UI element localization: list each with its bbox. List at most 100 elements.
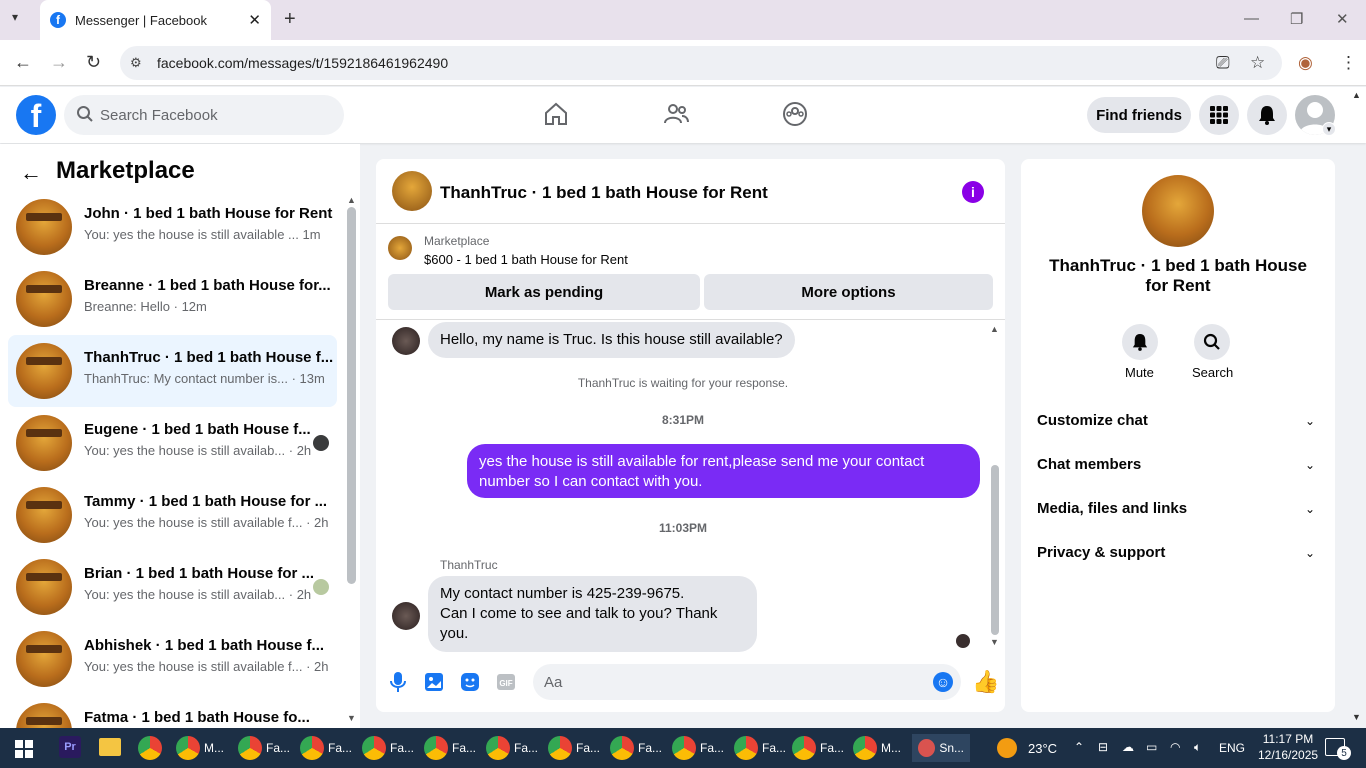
tray-display-icon[interactable]: ▭ [1146, 740, 1157, 754]
sticker-icon[interactable] [459, 671, 481, 693]
chat-title[interactable]: ThanhTruc · 1 bed 1 bath House for Rent [440, 183, 768, 203]
notifications-bell-icon[interactable] [1247, 95, 1287, 135]
marketplace-title: Marketplace [56, 157, 195, 184]
chat-members-row[interactable]: Chat members [1037, 456, 1141, 473]
conversation-item[interactable]: Fatma · 1 bed 1 bath House fo... [8, 695, 337, 728]
privacy-support-row[interactable]: Privacy & support [1037, 544, 1165, 561]
find-friends-button[interactable]: Find friends [1087, 97, 1191, 133]
menu-grid-icon[interactable] [1199, 95, 1239, 135]
taskbar-app-active[interactable]: Sn... [912, 734, 970, 762]
reload-icon[interactable]: ↻ [86, 52, 101, 73]
home-icon[interactable] [543, 101, 569, 127]
gif-icon[interactable]: GIF [495, 671, 517, 693]
more-options-button[interactable]: More options [704, 274, 993, 310]
seen-avatar [313, 435, 329, 451]
taskbar-app[interactable]: Fa... [424, 734, 476, 762]
notification-count-badge: 5 [1337, 746, 1351, 760]
media-files-links-row[interactable]: Media, files and links [1037, 500, 1187, 517]
install-app-icon[interactable]: ⎚ [1216, 53, 1230, 73]
emoji-icon[interactable]: ☺ [933, 672, 953, 692]
list-scroll-up-icon[interactable]: ▲ [347, 195, 356, 205]
close-window-icon[interactable]: ✕ [1336, 10, 1349, 28]
taskbar-app[interactable]: Fa... [548, 734, 600, 762]
chat-avatar[interactable] [392, 171, 432, 211]
chevron-down-icon[interactable]: ⌄ [1305, 546, 1315, 560]
bookmark-star-icon[interactable]: ☆ [1250, 53, 1265, 73]
groups-icon[interactable] [782, 101, 808, 127]
chat-scroll-up-icon[interactable]: ▲ [990, 324, 999, 334]
conversation-item[interactable]: Eugene · 1 bed 1 bath House f... You: ye… [8, 407, 337, 479]
listing-thumbnail [16, 559, 72, 615]
listing-price[interactable]: $600 - 1 bed 1 bath House for Rent [424, 252, 628, 267]
sender-avatar[interactable] [392, 327, 420, 355]
conversation-item[interactable]: Breanne · 1 bed 1 bath House for... Brea… [8, 263, 337, 335]
friends-icon[interactable] [663, 101, 689, 127]
list-scroll-down-icon[interactable]: ▼ [347, 713, 356, 723]
conversation-preview: ThanhTruc: My contact number is... · 13m [84, 371, 325, 386]
restore-icon[interactable]: ❐ [1290, 10, 1303, 28]
forward-icon[interactable]: → [50, 52, 68, 73]
new-tab-icon[interactable]: + [284, 8, 296, 31]
clock[interactable]: 11:17 PM 12/16/2025 [1258, 732, 1318, 762]
windows-start-icon[interactable] [15, 740, 33, 758]
info-icon[interactable]: i [962, 181, 984, 203]
taskbar-app[interactable]: Fa... [300, 734, 352, 762]
taskbar-app[interactable]: Fa... [486, 734, 538, 762]
tray-chevron-up-icon[interactable]: ⌃ [1074, 740, 1084, 754]
mark-as-pending-button[interactable]: Mark as pending [388, 274, 700, 310]
page-scroll-up-icon[interactable]: ▲ [1352, 90, 1361, 100]
conversation-item[interactable]: Abhishek · 1 bed 1 bath House f... You: … [8, 623, 337, 695]
microphone-icon[interactable] [387, 671, 409, 693]
back-icon[interactable]: ← [14, 52, 32, 73]
browser-tab[interactable]: f Messenger | Facebook ✕ [40, 0, 271, 40]
message-input[interactable]: Aa [533, 664, 961, 700]
taskbar-app[interactable]: M... [176, 734, 224, 762]
taskbar-app[interactable]: Fa... [238, 734, 290, 762]
chevron-down-icon[interactable]: ⌄ [1305, 502, 1315, 516]
tray-network-icon[interactable]: ⊟ [1098, 740, 1108, 754]
customize-chat-row[interactable]: Customize chat [1037, 412, 1148, 429]
account-chevron-icon[interactable]: ▾ [1322, 122, 1336, 136]
taskbar-app[interactable]: Fa... [362, 734, 414, 762]
image-icon[interactable] [423, 671, 445, 693]
sender-avatar[interactable] [392, 602, 420, 630]
search-conversation-icon[interactable] [1194, 324, 1230, 360]
chat-scroll-down-icon[interactable]: ▼ [990, 637, 999, 647]
tray-volume-icon[interactable]: 🔈︎ [1194, 740, 1201, 755]
facebook-search-input[interactable]: Search Facebook [64, 95, 344, 135]
input-language[interactable]: ENG [1219, 741, 1245, 755]
taskbar-app[interactable]: M... [853, 734, 901, 762]
weather-temp[interactable]: 23°C [1028, 741, 1057, 756]
facebook-logo-icon[interactable]: f [16, 95, 56, 135]
taskbar-app[interactable]: Fa... [672, 734, 724, 762]
page-scroll-down-icon[interactable]: ▼ [1352, 712, 1361, 722]
chat-scrollbar[interactable] [991, 465, 999, 635]
chevron-down-icon[interactable]: ⌄ [1305, 458, 1315, 472]
site-info-icon[interactable]: ⚙ [130, 55, 142, 71]
weather-icon[interactable] [997, 738, 1017, 758]
tab-search-icon[interactable]: ▾ [12, 10, 18, 24]
chrome-icon[interactable] [138, 736, 162, 760]
close-tab-icon[interactable]: ✕ [248, 11, 261, 29]
url-input[interactable]: facebook.com/messages/t/1592186461962490 [120, 46, 1282, 80]
conversation-item[interactable]: Tammy · 1 bed 1 bath House for ... You: … [8, 479, 337, 551]
back-arrow-icon[interactable]: ← [20, 160, 42, 186]
tray-wifi-icon[interactable]: ◠ [1170, 740, 1180, 754]
tray-cloud-icon[interactable]: ☁ [1122, 740, 1134, 754]
taskbar-app[interactable]: Fa... [734, 734, 786, 762]
file-explorer-icon[interactable] [99, 738, 121, 756]
conversation-item-active[interactable]: ThanhTruc · 1 bed 1 bath House f... Than… [8, 335, 337, 407]
browser-menu-icon[interactable]: ⋮ [1340, 53, 1357, 73]
premiere-icon[interactable]: Pr [59, 736, 81, 758]
conversation-item[interactable]: John · 1 bed 1 bath House for Rent You: … [8, 191, 337, 263]
minimize-icon[interactable]: — [1244, 10, 1259, 27]
chevron-down-icon[interactable]: ⌄ [1305, 414, 1315, 428]
conversation-list-scrollbar[interactable] [347, 207, 356, 584]
taskbar-app[interactable]: Fa... [610, 734, 662, 762]
thumbs-up-icon[interactable]: 👍 [972, 669, 999, 695]
profile-icon[interactable]: ◉ [1298, 53, 1313, 73]
taskbar-app[interactable]: Fa... [792, 734, 844, 762]
chat-profile-avatar[interactable] [1142, 175, 1214, 247]
conversation-item[interactable]: Brian · 1 bed 1 bath House for ... You: … [8, 551, 337, 623]
mute-bell-icon[interactable] [1122, 324, 1158, 360]
